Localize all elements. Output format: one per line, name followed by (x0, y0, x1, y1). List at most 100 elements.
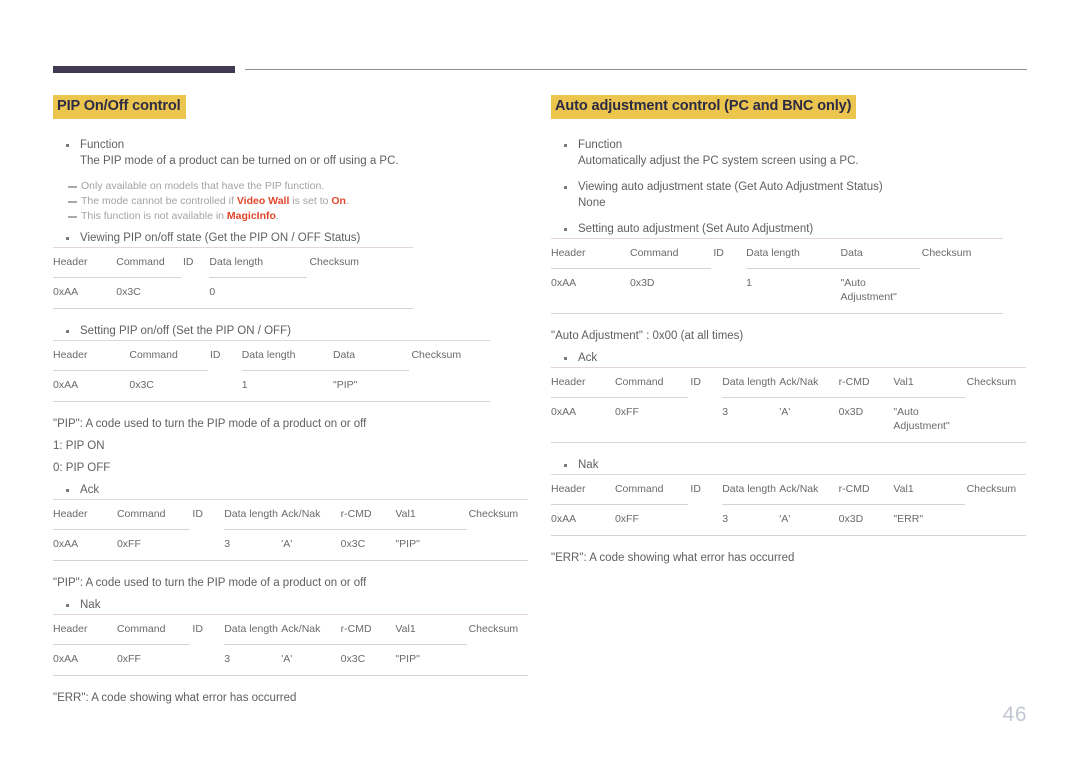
td-val1: "PIP" (395, 538, 420, 550)
td-data: "Auto Adjustment" (840, 277, 897, 303)
th-command: Command (116, 508, 166, 520)
th-ack-nak: Ack/Nak (779, 376, 819, 388)
td-id (190, 528, 225, 561)
td-header: 0xAA (53, 286, 79, 298)
ack-code-description: "PIP": A code used to turn the PIP mode … (53, 577, 367, 589)
th-data: Data (840, 247, 863, 259)
table-set-pip-wrap: Header Command ID Data length Data Check… (53, 340, 490, 402)
th-data-length: Data length (241, 349, 296, 361)
td-ack-nak: 'A' (779, 406, 791, 418)
th-header: Header (551, 247, 586, 259)
table-ack-wrap: Header Command ID Data length Ack/Nak r-… (551, 367, 1027, 443)
th-id: ID (182, 256, 194, 268)
td-checksum (964, 503, 1027, 536)
th-data-length: Data length (746, 247, 800, 259)
bullet-set-pip: Setting PIP on/off (Set the PIP ON / OFF… (53, 323, 528, 339)
td-command: 0xFF (614, 513, 639, 525)
table-set-pip: Header Command ID Data length Data Check… (53, 340, 490, 402)
table-nak-wrap: Header Command ID Data length Ack/Nak r-… (551, 474, 1027, 536)
th-rcmd: r-CMD (838, 483, 870, 495)
td-data-length: 3 (722, 513, 729, 525)
td-id (688, 503, 723, 536)
th-rcmd: r-CMD (340, 623, 372, 635)
th-checksum: Checksum (468, 508, 519, 520)
section-heading-pip: PIP On/Off control (53, 95, 186, 119)
note-pip-models: Only available on models that have the P… (53, 179, 528, 194)
td-id (180, 276, 210, 309)
err-code-description: "ERR": A code showing what error has occ… (551, 552, 795, 564)
emphasis-video-wall: Video Wall (236, 195, 290, 207)
td-rcmd: 0x3D (838, 513, 864, 525)
th-checksum: Checksum (966, 376, 1017, 388)
th-checksum: Checksum (309, 256, 360, 268)
bullet-view-pip-status: Viewing PIP on/off state (Get the PIP ON… (53, 230, 528, 246)
table-nak-wrap: Header Command ID Data length Ack/Nak r-… (53, 614, 529, 676)
td-checksum (466, 643, 529, 676)
right-column: Auto adjustment control (PC and BNC only… (551, 95, 1027, 566)
table-header-row: Header Command ID Data length Ack/Nak r-… (53, 499, 528, 530)
td-command: 0x3C (129, 379, 154, 391)
th-id: ID (713, 247, 724, 259)
header-accent-bar (53, 66, 235, 73)
td-id (208, 369, 242, 402)
table-header-row: Header Command ID Data length Data Check… (53, 340, 490, 371)
th-rcmd: r-CMD (838, 376, 870, 388)
table-ack-wrap: Header Command ID Data length Ack/Nak r-… (53, 499, 529, 561)
document-page: PIP On/Off control Function The PIP mode… (0, 0, 1080, 763)
td-id (688, 396, 723, 443)
table-row: 0xAA 0x3D 1 "Auto Adjustment" (551, 267, 1004, 314)
td-ack-nak: 'A' (281, 653, 293, 665)
th-val1: Val1 (395, 623, 416, 635)
th-rcmd: r-CMD (340, 508, 372, 520)
function-text: The PIP mode of a product can be turned … (80, 155, 399, 167)
page-number: 46 (1002, 703, 1027, 726)
th-data-length: Data length (224, 623, 278, 635)
td-header: 0xAA (53, 379, 79, 391)
note-magicinfo: This function is not available in MagicI… (53, 209, 528, 224)
bullet-ack: Ack (53, 482, 528, 498)
table-row: 0xAA 0xFF 3 'A' 0x3D "ERR" (551, 503, 1027, 536)
table-row: 0xAA 0xFF 3 'A' 0x3C "PIP" (53, 528, 529, 561)
td-command: 0xFF (116, 653, 141, 665)
th-data-length: Data length (722, 376, 776, 388)
table-view-pip-status: Header Command ID Data length Checksum 0… (53, 247, 413, 309)
td-command: 0xFF (614, 406, 639, 418)
section-heading-auto-adjustment: Auto adjustment control (PC and BNC only… (551, 95, 857, 119)
th-command: Command (129, 349, 178, 361)
th-data-length: Data length (209, 256, 264, 268)
th-ack-nak: Ack/Nak (779, 483, 819, 495)
td-checksum (964, 396, 1027, 443)
th-id: ID (210, 349, 221, 361)
left-column: PIP On/Off control Function The PIP mode… (53, 95, 529, 706)
pip-off-value: 0: PIP OFF (53, 462, 111, 474)
header-rule (245, 69, 1027, 70)
table-row: 0xAA 0xFF 3 'A' 0x3D "Auto Adjustment" (551, 396, 1027, 443)
table-header-row: Header Command ID Data length Data Check… (551, 238, 1003, 269)
table-header-row: Header Command ID Data length Checksum (53, 247, 413, 278)
emphasis-magicinfo: MagicInfo (226, 210, 276, 222)
td-ack-nak: 'A' (779, 513, 791, 525)
table-ack: Header Command ID Data length Ack/Nak r-… (53, 499, 529, 561)
td-checksum (919, 267, 1004, 314)
td-checksum (307, 276, 413, 309)
function-label: Function (80, 139, 125, 151)
td-data-length: 1 (241, 379, 248, 391)
table-view-pip-status-wrap: Header Command ID Data length Checksum 0… (53, 247, 413, 309)
th-data: Data (332, 349, 356, 361)
td-command: 0x3C (116, 286, 141, 298)
td-header: 0xAA (551, 277, 577, 289)
bullet-nak: Nak (551, 457, 1026, 473)
td-checksum (409, 369, 490, 402)
th-id: ID (690, 483, 701, 495)
table-row: 0xAA 0xFF 3 'A' 0x3C "PIP" (53, 643, 529, 676)
err-code-description: "ERR": A code showing what error has occ… (53, 692, 297, 704)
th-header: Header (53, 508, 88, 520)
pip-on-value: 1: PIP ON (53, 440, 105, 452)
table-header-row: Header Command ID Data length Ack/Nak r-… (551, 474, 1026, 505)
td-command: 0xFF (116, 538, 141, 550)
th-header: Header (53, 256, 88, 268)
th-id: ID (192, 508, 203, 520)
th-checksum: Checksum (468, 623, 519, 635)
th-checksum: Checksum (921, 247, 972, 259)
table-header-row: Header Command ID Data length Ack/Nak r-… (551, 367, 1026, 398)
